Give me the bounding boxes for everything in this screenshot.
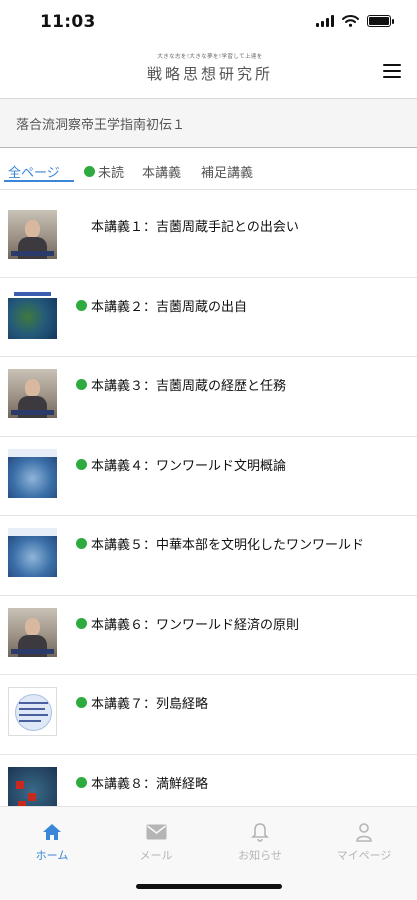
tab-mypage-label: マイページ	[336, 849, 392, 862]
bell-icon	[251, 823, 269, 842]
tab-home[interactable]: ホーム	[0, 821, 104, 863]
lecture-title: 本講義５：中華本部を文明化したワンワールド	[76, 534, 364, 553]
lecture-item-8[interactable]: 本講義８：満鮮経略	[0, 755, 417, 806]
lecture-thumbnail	[8, 528, 57, 577]
unread-dot-icon	[76, 617, 87, 629]
course-bar: 落合流洞察帝王学指南初伝１	[0, 98, 417, 148]
unread-dot-icon	[84, 166, 95, 177]
filter-tabs: 全ページ 未読 本講義 補足講義	[0, 148, 417, 190]
filter-tab-supplement[interactable]: 補足講義	[201, 162, 253, 181]
lecture-item-6[interactable]: 本講義６：ワンワールド経済の原則	[0, 596, 417, 675]
filter-tab-unread-label: 未読	[98, 166, 125, 181]
unread-dot-icon	[76, 379, 87, 390]
hamburger-menu-icon[interactable]	[383, 64, 401, 78]
active-tab-underline	[4, 180, 74, 182]
filter-tab-all[interactable]: 全ページ	[8, 162, 60, 181]
filter-tab-main[interactable]: 本講義	[142, 162, 181, 181]
lecture-thumbnail	[8, 687, 57, 736]
lecture-title: 本講義８：満鮮経略	[76, 773, 208, 792]
app-header: 大きな志を!大きな夢を!学習して上達を 戦略思想研究所	[0, 46, 417, 98]
logo: 大きな志を!大きな夢を!学習して上達を 戦略思想研究所	[140, 52, 280, 84]
lecture-thumbnail	[8, 766, 57, 806]
signal-icon	[316, 15, 334, 27]
lecture-item-4[interactable]: 本講義４：ワンワールド文明概論	[0, 437, 417, 516]
lecture-title-text: 本講義５：中華本部を文明化したワンワールド	[91, 538, 365, 553]
status-bar: 11:03	[0, 0, 417, 46]
lecture-item-2[interactable]: 本講義２：吉薗周蔵の出自	[0, 278, 417, 357]
lecture-title: 本講義７：列島経略	[76, 693, 208, 712]
logo-tagline: 大きな志を!大きな夢を!学習して上達を	[157, 54, 263, 60]
lecture-title-text: 本講義１：吉薗周蔵手記との出会い	[91, 220, 299, 235]
lecture-thumbnail	[8, 607, 57, 657]
lecture-item-7[interactable]: 本講義７：列島経略	[0, 675, 417, 755]
lecture-title: 本講義２：吉薗周蔵の出自	[76, 296, 247, 315]
home-icon	[43, 824, 61, 840]
tab-home-label: ホーム	[35, 849, 69, 862]
tab-mypage[interactable]: マイページ	[312, 821, 416, 863]
lecture-title: 本講義１：吉薗周蔵手記との出会い	[76, 216, 299, 235]
logo-title: 戦略思想研究所	[146, 65, 273, 83]
home-indicator	[136, 884, 282, 889]
unread-dot-icon	[76, 697, 87, 708]
tab-notice[interactable]: お知らせ	[208, 821, 312, 863]
lecture-thumbnail	[8, 369, 57, 418]
lecture-item-3[interactable]: 本講義３：吉薗周蔵の経歴と任務	[0, 357, 417, 437]
lecture-title: 本講義３：吉薗周蔵の経歴と任務	[76, 375, 286, 394]
tab-mail-label: メール	[139, 849, 173, 862]
course-title: 落合流洞察帝王学指南初伝１	[16, 118, 186, 133]
status-icons	[316, 15, 394, 27]
lecture-title: 本講義６：ワンワールド経済の原則	[76, 614, 299, 633]
lecture-thumbnail	[8, 289, 57, 339]
filter-tab-unread[interactable]: 未読	[84, 162, 124, 181]
lecture-thumbnail	[8, 210, 57, 259]
lecture-title-text: 本講義３：吉薗周蔵の経歴と任務	[91, 379, 287, 394]
lecture-title-text: 本講義４：ワンワールド文明概論	[91, 458, 287, 474]
lecture-list: 本講義１：吉薗周蔵手記との出会い 本講義２：吉薗周蔵の出自 本講義３：吉薗周蔵の…	[0, 198, 417, 806]
lecture-item-5[interactable]: 本講義５：中華本部を文明化したワンワールド	[0, 516, 417, 596]
status-time: 11:03	[40, 12, 96, 32]
unread-dot-icon	[76, 299, 87, 311]
mail-icon	[146, 824, 166, 840]
wifi-icon	[342, 15, 359, 27]
lecture-title-text: 本講義８：満鮮経略	[91, 776, 209, 792]
lecture-title-text: 本講義６：ワンワールド経済の原則	[91, 617, 300, 633]
tab-mail[interactable]: メール	[104, 821, 208, 863]
battery-icon	[367, 15, 394, 27]
user-icon	[356, 823, 372, 842]
unread-dot-icon	[76, 538, 87, 549]
tab-notice-label: お知らせ	[238, 849, 282, 862]
unread-dot-icon	[76, 458, 87, 470]
lecture-title-text: 本講義２：吉薗周蔵の出自	[91, 299, 248, 315]
lecture-title-text: 本講義７：列島経略	[91, 697, 209, 712]
lecture-title: 本講義４：ワンワールド文明概論	[76, 455, 286, 474]
lecture-item-1[interactable]: 本講義１：吉薗周蔵手記との出会い	[0, 198, 417, 278]
unread-dot-icon	[76, 776, 87, 788]
lecture-thumbnail	[8, 448, 57, 498]
